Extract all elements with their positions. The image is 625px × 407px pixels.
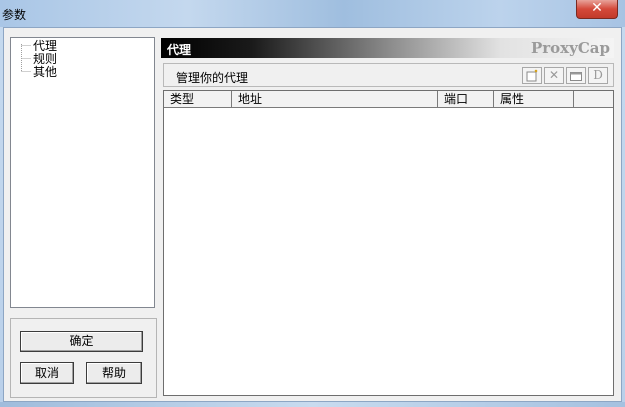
toolbar-caption: 管理你的代理 xyxy=(176,71,249,85)
column-header-type[interactable]: 类型 xyxy=(164,91,232,108)
properties-icon[interactable] xyxy=(566,67,586,84)
column-label: 地址 xyxy=(238,92,263,106)
proxy-list[interactable]: 类型 地址 端口 属性 xyxy=(163,90,614,396)
help-button[interactable]: 帮助 xyxy=(86,362,142,384)
column-label: 端口 xyxy=(444,92,469,106)
close-icon: ✕ xyxy=(591,0,603,16)
new-icon[interactable] xyxy=(522,67,542,84)
column-label: 类型 xyxy=(170,92,195,106)
ok-button[interactable]: 确定 xyxy=(20,331,143,352)
column-label: 属性 xyxy=(500,92,525,106)
category-tree[interactable]: 代理 规则 其他 xyxy=(10,37,155,308)
title-bar[interactable]: 参数 ✕ xyxy=(0,0,625,27)
column-header-port[interactable]: 端口 xyxy=(438,91,494,108)
cancel-button-label: 取消 xyxy=(34,366,59,380)
tree-item-label: 代理 xyxy=(33,39,58,53)
section-header: 代理 ProxyCap xyxy=(161,38,614,58)
delete-glyph: ✕ xyxy=(548,68,560,82)
window-bottom-border xyxy=(0,402,625,407)
client-area: 代理 规则 其他 确定 取消 帮助 代理 ProxyCap 管理你的代理 ✕ D… xyxy=(3,27,622,402)
delete-icon[interactable]: ✕ xyxy=(544,67,564,84)
section-title: 代理 xyxy=(167,43,192,57)
ok-button-label: 确定 xyxy=(69,334,94,348)
proxy-toolbar: 管理你的代理 ✕ D xyxy=(163,63,614,87)
default-icon[interactable]: D xyxy=(588,67,608,84)
tree-item-label: 规则 xyxy=(33,52,58,66)
column-header-address[interactable]: 地址 xyxy=(232,91,438,108)
cancel-button[interactable]: 取消 xyxy=(20,362,74,384)
tree-item-other[interactable]: 其他 xyxy=(33,66,57,79)
column-header-attributes[interactable]: 属性 xyxy=(494,91,574,108)
default-glyph: D xyxy=(593,68,603,82)
action-buttons-group: 确定 取消 帮助 xyxy=(10,318,157,398)
dialog-window: 参数 ✕ 代理 规则 其他 确定 取消 帮助 代理 ProxyCap 管理你的代… xyxy=(0,0,625,407)
column-header-filler xyxy=(574,91,613,108)
help-button-label: 帮助 xyxy=(101,366,126,380)
close-button[interactable]: ✕ xyxy=(576,0,618,19)
brand-logo: ProxyCap xyxy=(531,39,610,57)
window-title: 参数 xyxy=(2,8,27,22)
tree-item-label: 其他 xyxy=(33,65,58,79)
